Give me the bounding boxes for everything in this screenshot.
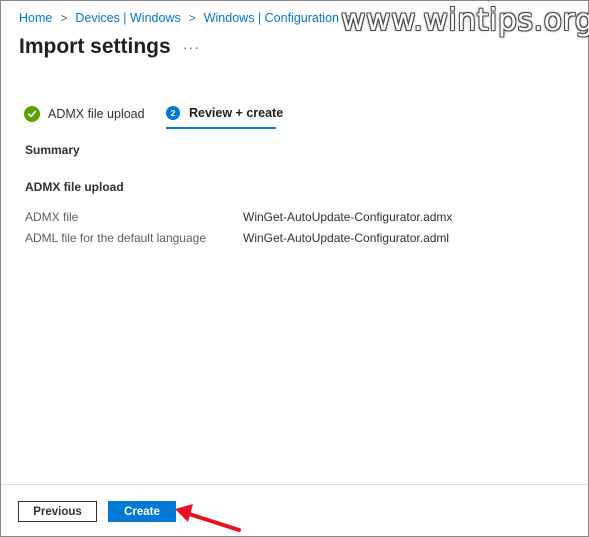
admx-file-label: ADMX file [25,210,79,224]
summary-heading: Summary [25,143,80,157]
active-step-indicator [166,127,276,129]
chevron-right-icon: > [60,11,68,25]
adml-file-label: ADML file for the default language [25,231,207,245]
step-review-create[interactable]: 2 Review + create [166,106,283,120]
chevron-right-icon: > [188,11,196,25]
step-number-icon: 2 [166,106,180,120]
step-label: Review + create [189,106,284,120]
admx-file-value: WinGet-AutoUpdate-Configurator.admx [243,210,453,224]
breadcrumb-home[interactable]: Home [19,11,52,25]
check-circle-icon [24,106,40,122]
more-options-icon[interactable]: ··· [183,39,200,55]
breadcrumb-devices-windows[interactable]: Devices | Windows [75,11,180,25]
adml-file-value: WinGet-AutoUpdate-Configurator.adml [243,231,450,245]
page-title: Import settings [19,35,171,58]
create-button[interactable]: Create [108,501,176,522]
previous-button[interactable]: Previous [18,501,97,522]
breadcrumb: Home > Devices | Windows > Windows | Con… [19,11,362,25]
breadcrumb-windows-configuration[interactable]: Windows | Configuration [204,11,339,25]
annotation-arrow-icon [175,504,241,532]
import-settings-panel [0,0,589,537]
step-admx-file-upload[interactable]: ADMX file upload [24,106,145,122]
step-label: ADMX file upload [48,107,145,121]
section-heading: ADMX file upload [25,180,124,194]
footer-divider [1,484,588,485]
watermark-text: www.wintips.org [341,3,589,38]
